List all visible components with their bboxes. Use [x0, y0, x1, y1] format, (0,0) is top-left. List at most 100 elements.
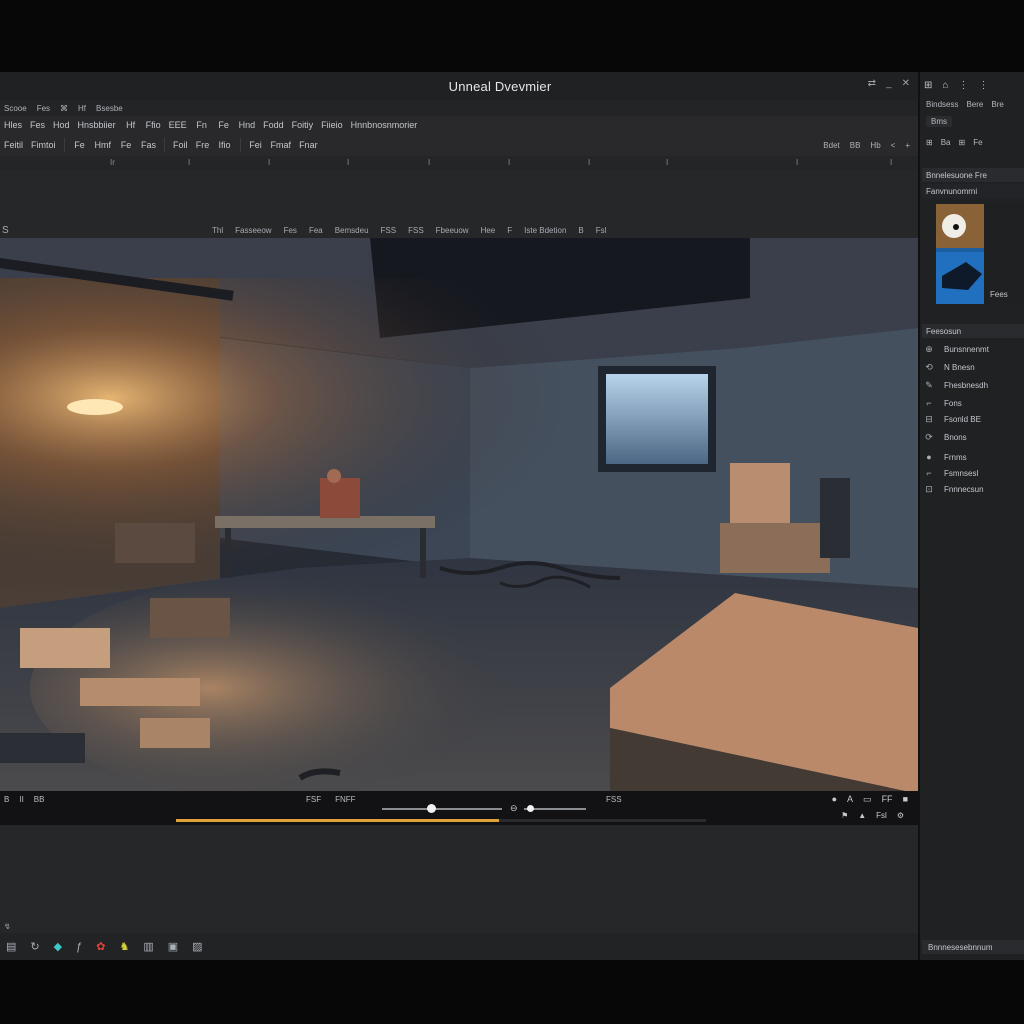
close-icon[interactable]: ✕	[902, 78, 910, 89]
restore-icon[interactable]: ⇄	[868, 78, 876, 89]
statusbar-icon[interactable]: ▨	[192, 940, 202, 953]
statusbar-icon[interactable]: ▥	[143, 940, 153, 953]
timeline-progress[interactable]	[176, 819, 706, 822]
toolbar-button[interactable]: Foitiy	[292, 118, 314, 132]
toolbar-button[interactable]: Fe	[119, 138, 133, 152]
viewport-option[interactable]: Fasseeow	[235, 226, 271, 235]
viewport-option[interactable]: Fea	[309, 226, 323, 235]
toolbar-button[interactable]: Fmaf	[271, 138, 292, 152]
toolbar-button[interactable]: Fre	[196, 138, 210, 152]
panel-button[interactable]: Bms	[926, 116, 952, 127]
flag-icon[interactable]: ⚑	[841, 811, 848, 820]
toolbar-button[interactable]: Hnnbnosnmorier	[351, 118, 418, 132]
toolbar-button[interactable]: Ifio	[218, 138, 232, 152]
panel-tab[interactable]: Bindsess	[926, 100, 958, 109]
panel-tab[interactable]: Bre	[991, 100, 1003, 109]
grid-icon[interactable]: ⊞	[926, 138, 933, 147]
outliner-item[interactable]: ⊕ Bunsnnenmt	[924, 344, 989, 355]
toolbar-button[interactable]: Hb	[870, 141, 880, 150]
statusbar-icon[interactable]: ♞	[119, 940, 129, 953]
details-header[interactable]: Bnnelesuone Fre	[922, 168, 1024, 182]
toolbar-button[interactable]: Fes	[30, 118, 45, 132]
toolbar-button[interactable]: BB	[850, 141, 861, 150]
asset-preview[interactable]	[936, 204, 1024, 304]
menu-item[interactable]: Bsesbe	[96, 104, 123, 113]
panel-button[interactable]: Fe	[973, 138, 982, 147]
toolbar-button[interactable]: Fn	[195, 118, 209, 132]
outliner-item[interactable]: ● Frnms	[924, 452, 966, 462]
toolbar-button[interactable]: Fodd	[263, 118, 284, 132]
toolbar-button[interactable]: Hnd	[239, 118, 256, 132]
toolbar-button[interactable]: Fe	[217, 118, 231, 132]
slider-handle[interactable]	[527, 805, 535, 812]
toolbar-button[interactable]: Fnar	[299, 138, 318, 152]
warning-icon[interactable]: ▲	[858, 811, 866, 820]
toolbar-button[interactable]: Foil	[173, 138, 188, 152]
toolbar-button[interactable]: Hnsbbiier	[78, 118, 116, 132]
settings-icon[interactable]: ⚙	[897, 811, 904, 820]
toolbar-button[interactable]: Fiieio	[321, 118, 343, 132]
toolbar-button[interactable]: EEE	[169, 118, 187, 132]
record-icon[interactable]: ●	[832, 794, 837, 805]
toolbar-button[interactable]: <	[891, 141, 896, 150]
viewport-option[interactable]: Fsl	[596, 226, 607, 235]
statusbar-icon[interactable]: ▣	[168, 940, 178, 953]
viewport-option[interactable]: FSS	[408, 226, 424, 235]
toolbar-button[interactable]: Fimtoi	[31, 138, 56, 152]
toolbar-button[interactable]: Feitil	[4, 138, 23, 152]
panel-button[interactable]: Ba	[941, 138, 951, 147]
viewport-option[interactable]: F	[507, 226, 512, 235]
viewport-option[interactable]: Fes	[284, 226, 297, 235]
menu-item[interactable]: Scooe	[4, 104, 27, 113]
minimize-icon[interactable]: _	[886, 78, 892, 89]
toolbar-button[interactable]: Fei	[249, 138, 263, 152]
stop-icon[interactable]: ■	[903, 794, 908, 805]
menu-item[interactable]: Hf	[78, 104, 86, 113]
viewport-menu-icon[interactable]: S	[2, 225, 9, 236]
outliner-item[interactable]: ✎ Fhesbnesdh	[924, 380, 988, 391]
scene-viewport[interactable]	[0, 238, 918, 791]
grid-icon[interactable]: ⊞	[924, 80, 932, 91]
screen-icon[interactable]: ▭	[863, 794, 872, 805]
statusbar-icon[interactable]: ƒ	[76, 941, 82, 953]
toolbar-button[interactable]: Hod	[53, 118, 70, 132]
viewport-option[interactable]: Hee	[481, 226, 496, 235]
panel-icon[interactable]: ↯	[4, 922, 11, 931]
outliner-header[interactable]: Feesosun	[922, 324, 1024, 338]
timeline-button[interactable]: FF	[882, 794, 893, 805]
toolbar-button[interactable]: Hmf	[95, 138, 112, 152]
speed-slider[interactable]	[524, 805, 586, 812]
toolbar-button[interactable]: Fe	[73, 138, 87, 152]
timeline-button[interactable]: II	[19, 795, 23, 804]
more-icon[interactable]: ⋮	[978, 80, 988, 91]
outliner-item[interactable]: ⌐ Fons	[924, 398, 961, 408]
text-icon[interactable]: A	[847, 794, 853, 805]
more-icon[interactable]: ⋮	[958, 80, 968, 91]
statusbar-icon[interactable]: ◆	[54, 940, 62, 953]
grid-icon[interactable]: ⊞	[959, 138, 966, 147]
menu-item[interactable]: ⌘	[60, 104, 68, 113]
statusbar-icon[interactable]: ▤	[6, 940, 16, 953]
playback-slider[interactable]	[382, 804, 502, 813]
panel-tab[interactable]: Bere	[966, 100, 983, 109]
toolbar-button[interactable]: Fas	[141, 138, 156, 152]
statusbar-icon[interactable]: ↻	[30, 940, 39, 953]
viewport-option[interactable]: Bemsdeu	[335, 226, 369, 235]
toolbar-button[interactable]: Bdet	[823, 141, 839, 150]
outliner-item[interactable]: ⊡ Fnnnecsun	[924, 484, 983, 495]
timeline-button[interactable]: BB	[34, 795, 45, 804]
details-sub[interactable]: Fanvnunomrni	[922, 184, 1024, 198]
timeline-button[interactable]: B	[4, 795, 9, 804]
outliner-item[interactable]: ⟲ N Bnesn	[924, 362, 974, 373]
viewport-option[interactable]: Thl	[212, 226, 223, 235]
menu-item[interactable]: Fes	[37, 104, 50, 113]
outliner-item[interactable]: ⟳ Bnons	[924, 432, 966, 443]
home-icon[interactable]: ⌂	[942, 80, 948, 91]
viewport-option[interactable]: Fbeeuow	[436, 226, 469, 235]
add-icon[interactable]: +	[905, 141, 910, 150]
toolbar-button[interactable]: Ffio	[146, 118, 161, 132]
slider-handle[interactable]	[427, 804, 437, 813]
toolbar-button[interactable]: Hf	[124, 118, 138, 132]
outliner-item[interactable]: ⊟ Fsonld BE	[924, 414, 981, 425]
outliner-item[interactable]: ⌐ Fsmnsesl	[924, 468, 978, 478]
